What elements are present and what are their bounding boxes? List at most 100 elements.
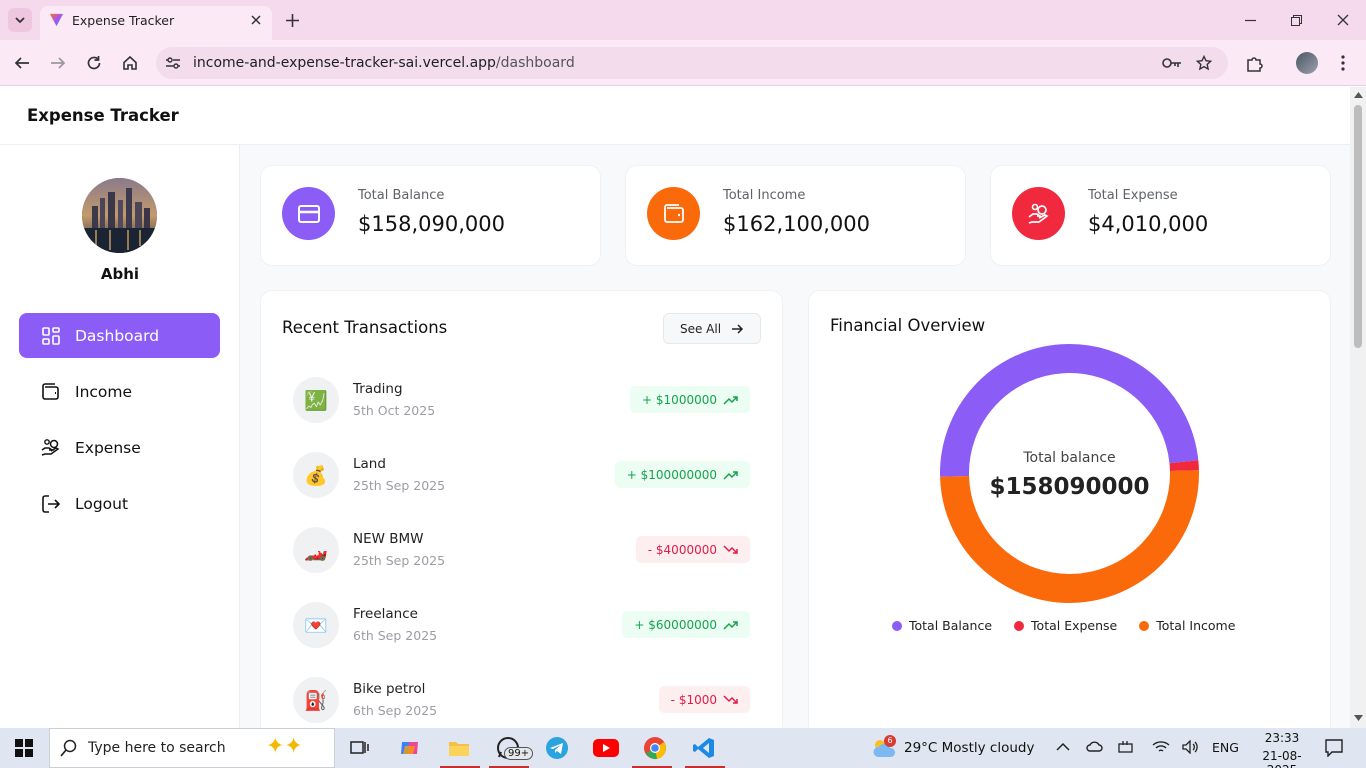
notifications-icon[interactable] — [1325, 739, 1343, 757]
tab-search-button[interactable] — [8, 8, 32, 32]
financial-overview-title: Financial Overview — [830, 316, 986, 335]
youtube-icon[interactable] — [591, 734, 621, 762]
transaction-row[interactable]: 🏎️ NEW BMW 25th Sep 2025 - $4000000 — [282, 525, 762, 575]
sidebar-item-dashboard[interactable]: Dashboard — [19, 313, 220, 358]
transaction-name: Bike petrol — [353, 681, 426, 697]
profile-avatar[interactable] — [1296, 52, 1318, 74]
weather-badge: 6 — [884, 735, 896, 747]
extensions-button[interactable] — [1244, 53, 1264, 73]
minimize-button[interactable] — [1240, 10, 1260, 30]
transaction-row[interactable]: 💰 Land 25th Sep 2025 + $100000000 — [282, 450, 762, 500]
forward-button[interactable] — [48, 53, 68, 73]
hand-coins-icon — [40, 437, 62, 459]
window-close-button[interactable] — [1333, 10, 1353, 30]
transaction-name: NEW BMW — [353, 531, 424, 547]
arrow-right-icon — [51, 57, 66, 69]
clock-time[interactable]: 23:33 — [1252, 731, 1312, 745]
restore-button[interactable] — [1286, 10, 1306, 30]
stat-label: Total Expense — [1088, 188, 1178, 203]
trending-down-icon — [723, 544, 738, 554]
wifi-icon[interactable] — [1152, 740, 1170, 754]
weather-text[interactable]: 29°C Mostly cloudy — [904, 740, 1034, 756]
start-button[interactable] — [12, 737, 36, 759]
transaction-amount: + $100000000 — [614, 461, 750, 488]
password-key-button[interactable] — [1161, 53, 1183, 73]
scrollbar-thumb[interactable] — [1354, 105, 1362, 348]
chart-emoji-icon: 💹 — [293, 377, 339, 423]
transaction-row[interactable]: 💹 Trading 5th Oct 2025 + $1000000 — [282, 375, 762, 425]
wallet-icon — [40, 381, 62, 403]
stat-label: Total Income — [723, 188, 806, 203]
scroll-down-arrow-icon[interactable] — [1354, 715, 1363, 722]
amount-text: + $60000000 — [634, 617, 717, 632]
back-button[interactable] — [12, 53, 32, 73]
home-button[interactable] — [120, 53, 140, 73]
fuel-pump-emoji-icon: ⛽ — [293, 677, 339, 723]
donut-segment-total-expense[interactable] — [1169, 460, 1199, 472]
sidebar-item-label: Logout — [75, 494, 129, 513]
task-view-icon[interactable] — [345, 734, 375, 762]
tab-close-button[interactable] — [247, 11, 265, 29]
stat-value: $162,100,000 — [723, 212, 870, 236]
stat-value: $4,010,000 — [1088, 212, 1209, 236]
avatar[interactable] — [82, 178, 157, 253]
browser-menu-button[interactable] — [1333, 53, 1353, 73]
puzzle-icon — [1246, 56, 1263, 72]
search-icon — [60, 739, 77, 757]
transaction-amount: - $4000000 — [635, 536, 750, 563]
app-brand: Expense Tracker — [27, 106, 179, 125]
plus-icon — [285, 13, 299, 27]
transaction-row[interactable]: 💌 Freelance 6th Sep 2025 + $60000000 — [282, 600, 762, 650]
recent-transactions-title: Recent Transactions — [282, 318, 448, 337]
transaction-date: 6th Sep 2025 — [353, 703, 438, 718]
sidebar-item-label: Expense — [75, 438, 141, 457]
clock-date[interactable]: 21-08-2025 — [1252, 749, 1312, 768]
sidebar-item-logout[interactable]: Logout — [19, 481, 220, 526]
chrome-icon[interactable] — [640, 734, 670, 762]
legend-label: Total Balance — [909, 618, 993, 633]
transaction-date: 25th Sep 2025 — [353, 478, 446, 493]
legend-dot — [1139, 620, 1150, 631]
volume-icon[interactable] — [1182, 740, 1200, 754]
transaction-row[interactable]: ⛽ Bike petrol 6th Sep 2025 - $1000 — [282, 675, 762, 725]
copilot-icon[interactable] — [395, 734, 425, 762]
transaction-amount: + $60000000 — [622, 611, 750, 638]
reload-button[interactable] — [84, 53, 104, 73]
trending-up-icon — [723, 620, 738, 630]
sidebar-item-label: Dashboard — [75, 326, 160, 345]
see-all-button[interactable]: See All — [663, 313, 761, 344]
language-indicator[interactable]: ENG — [1212, 740, 1239, 755]
transaction-amount: - $1000 — [658, 686, 750, 713]
sidebar-item-income[interactable]: Income — [19, 369, 220, 414]
battery-plug-icon[interactable] — [1118, 740, 1136, 754]
trending-down-icon — [723, 694, 738, 704]
transaction-date: 5th Oct 2025 — [353, 403, 436, 418]
stat-value: $158,090,000 — [358, 212, 505, 236]
telegram-icon[interactable] — [542, 734, 572, 762]
home-icon — [123, 55, 137, 70]
restore-icon — [1290, 14, 1302, 26]
app-header — [0, 87, 1350, 145]
scroll-up-arrow-icon[interactable] — [1354, 91, 1363, 98]
onedrive-cloud-icon[interactable] — [1086, 740, 1104, 752]
new-tab-button[interactable] — [282, 10, 302, 30]
amount-text: + $100000000 — [626, 467, 717, 482]
chart-legend: Total Balance Total Expense Total Income — [892, 618, 1235, 633]
hand-coins-icon — [1012, 187, 1065, 240]
tab-title: Expense Tracker — [72, 13, 175, 28]
tune-icon — [166, 57, 180, 69]
whatsapp-badge: 99+ — [504, 747, 534, 760]
transaction-name: Freelance — [353, 606, 418, 622]
trending-up-icon — [723, 470, 738, 480]
vscode-icon[interactable] — [689, 734, 719, 762]
file-explorer-icon[interactable] — [444, 734, 474, 762]
amount-text: - $4000000 — [647, 542, 717, 557]
bookmark-button[interactable] — [1194, 53, 1214, 73]
more-vertical-icon — [1341, 55, 1345, 71]
chevron-down-icon — [15, 17, 25, 24]
star-icon — [1196, 55, 1212, 71]
sidebar-item-expense[interactable]: Expense — [19, 425, 220, 470]
chevron-up-icon[interactable] — [1056, 742, 1070, 751]
site-info-button[interactable] — [163, 53, 183, 73]
logout-icon — [40, 493, 62, 515]
